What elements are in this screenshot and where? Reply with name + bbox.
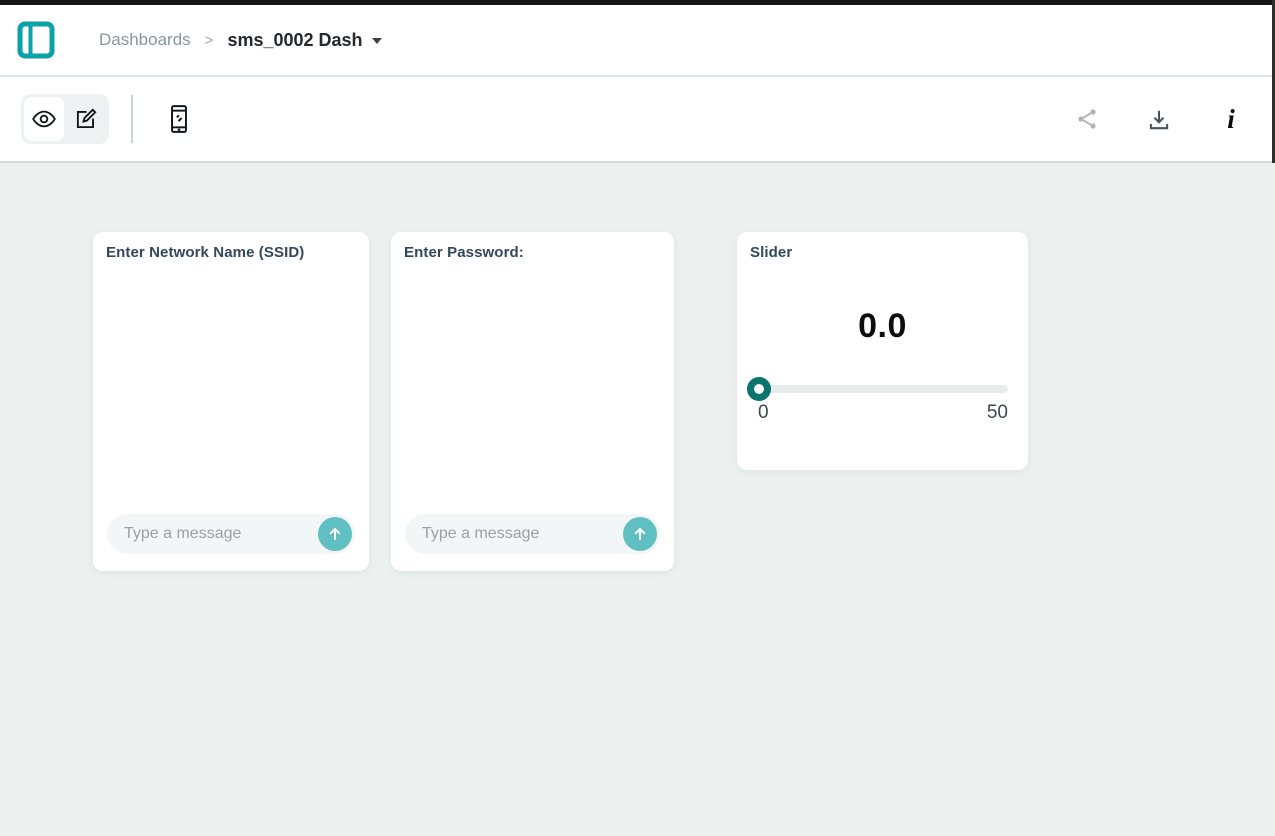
message-input-row [107,514,355,554]
dashboard-title-dropdown[interactable]: sms_0002 Dash [227,29,382,51]
toolbar-divider [131,95,133,143]
share-icon [1075,107,1099,131]
toolbar-right-group: i [1065,97,1253,141]
breadcrumb: Dashboards > sms_0002 Dash [99,30,382,51]
widget-slider-card: Slider 0.0 0 50 [737,232,1028,470]
edit-mode-button[interactable] [66,97,106,141]
slider-value: 0.0 [858,307,907,345]
sidebar-layout-icon [17,21,55,59]
share-button[interactable] [1065,97,1109,141]
slider-control [747,377,1008,401]
mobile-preview-button[interactable] [157,97,201,141]
dashboard-toolbar: i [0,77,1275,163]
ssid-send-button[interactable] [318,517,352,551]
menu-toggle-button[interactable] [17,21,55,59]
slider-min-label: 0 [758,402,769,423]
eye-view-icon [31,106,57,132]
ssid-message-input[interactable] [107,525,318,543]
widget-password-card: Enter Password: [391,232,674,571]
view-edit-toggle [21,94,109,144]
slider-range-labels: 0 50 [748,402,1008,424]
arrow-up-icon [632,526,648,542]
view-mode-button[interactable] [24,97,64,141]
window-top-border [0,0,1275,5]
chevron-down-icon [371,38,382,44]
download-button[interactable] [1137,97,1181,141]
app-header: Dashboards > sms_0002 Dash [0,5,1275,77]
password-message-input[interactable] [405,525,623,543]
info-button[interactable]: i [1209,97,1253,141]
widget-title: Enter Network Name (SSID) [106,244,305,261]
slider-track[interactable] [748,385,1008,393]
arrow-up-icon [327,526,343,542]
breadcrumb-dashboards-link[interactable]: Dashboards [99,30,191,50]
edit-pencil-icon [73,106,99,132]
password-send-button[interactable] [623,517,657,551]
dashboard-canvas: Enter Network Name (SSID) Enter Password… [0,163,1275,836]
widget-title: Slider [750,244,793,261]
widget-title: Enter Password: [404,244,524,261]
slider-thumb[interactable] [747,377,771,401]
mobile-phone-icon [166,104,192,134]
breadcrumb-separator: > [204,31,214,49]
info-icon: i [1227,103,1235,134]
download-icon [1146,106,1172,132]
dashboard-title: sms_0002 Dash [227,29,363,50]
widget-ssid-card: Enter Network Name (SSID) [93,232,369,571]
dashboard-page: Dashboards > sms_0002 Dash i Enter Netwo… [0,0,1275,836]
message-input-row [405,514,660,554]
slider-max-label: 50 [986,402,1008,423]
